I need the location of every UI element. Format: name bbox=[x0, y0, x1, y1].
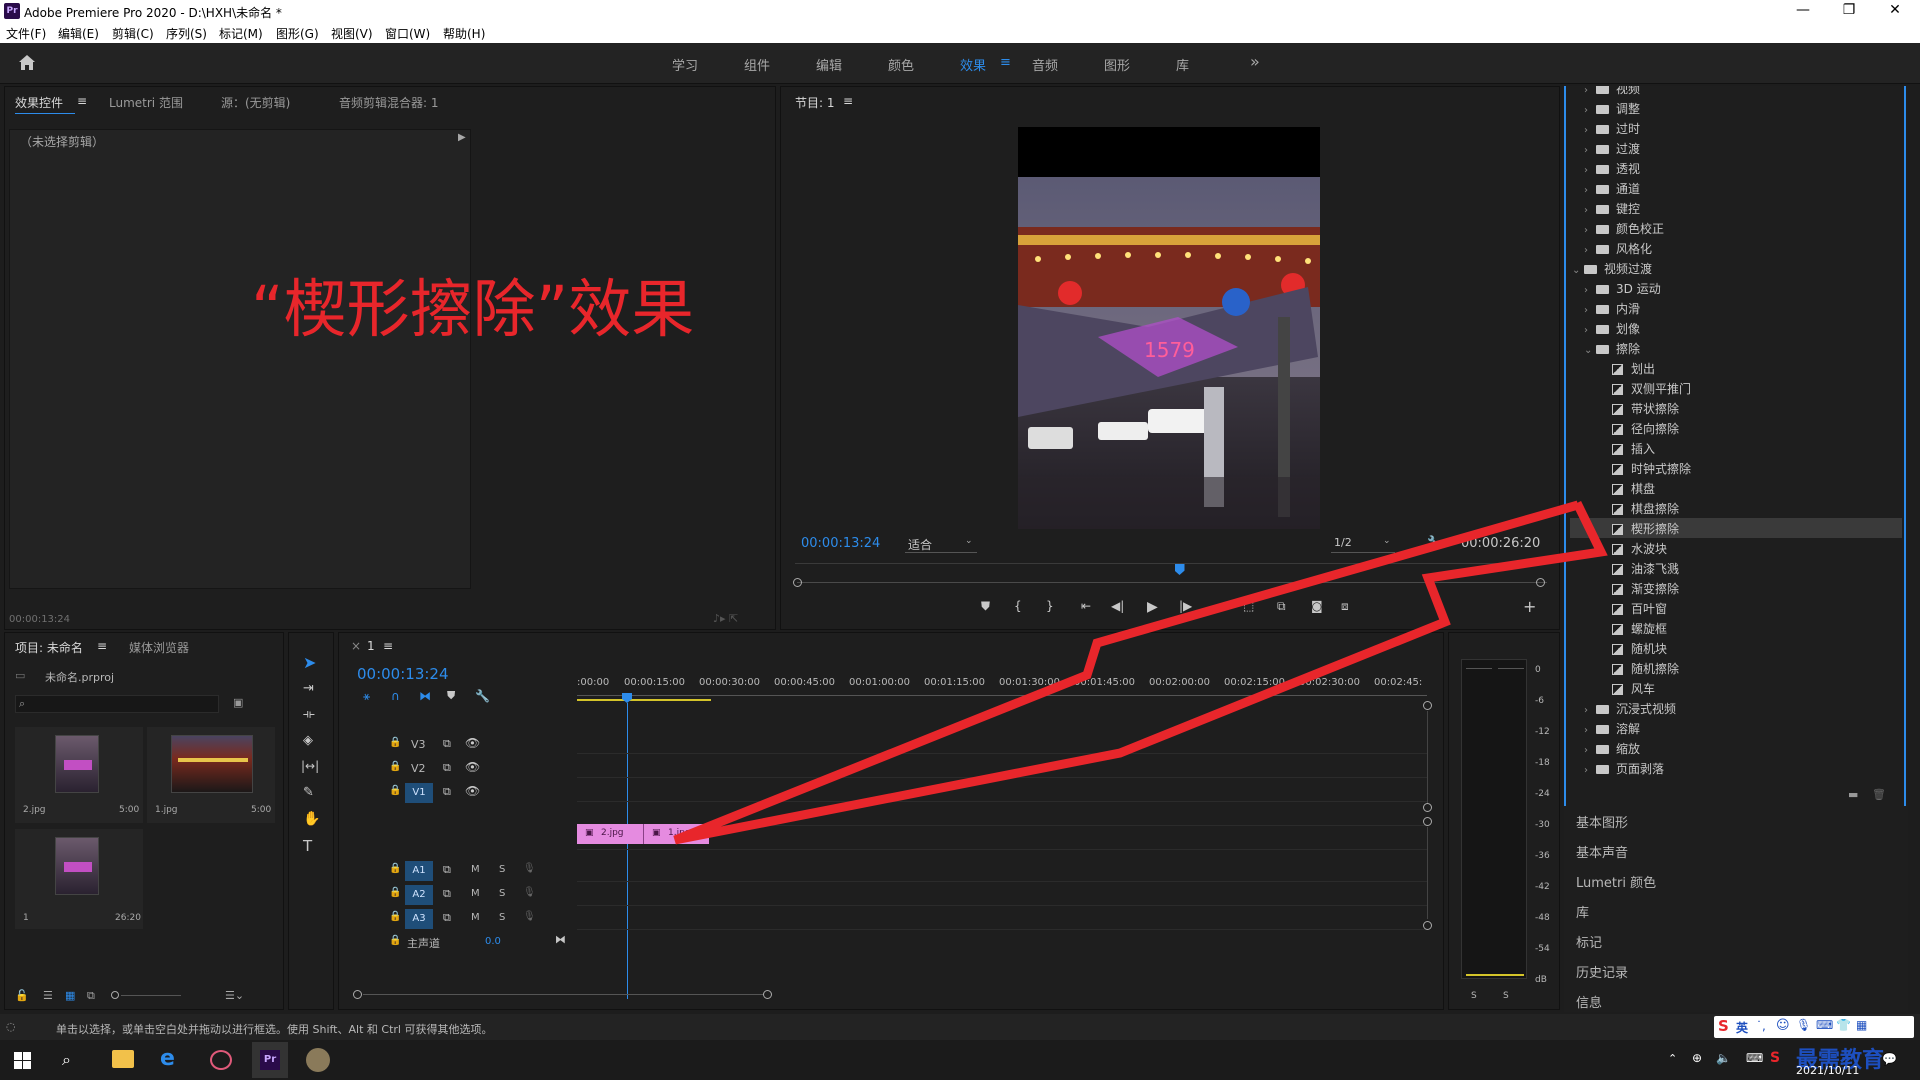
ime-toolbar: S 英 ˙, ☺ 🎙 ⌨ 👕 ▦ bbox=[1714, 1016, 1914, 1038]
annotation-arrow bbox=[673, 500, 1608, 845]
sogou-logo-icon[interactable]: S bbox=[1718, 1017, 1729, 1035]
network-icon[interactable]: ⊕ bbox=[1692, 1051, 1702, 1065]
notification-icon[interactable]: 💬 bbox=[1882, 1052, 1897, 1066]
status-icon: ◌ bbox=[6, 1020, 16, 1033]
snipping-tool-icon[interactable] bbox=[210, 1050, 232, 1070]
ime-voice-icon[interactable]: 🎙 bbox=[1796, 1018, 1811, 1032]
search-icon[interactable]: ⌕ bbox=[62, 1050, 71, 1070]
volume-icon[interactable]: 🔈 bbox=[1716, 1051, 1731, 1065]
windows-start-icon[interactable] bbox=[14, 1052, 31, 1069]
premiere-taskbar-icon: Pr bbox=[260, 1050, 280, 1070]
sogou-icon[interactable]: S bbox=[1770, 1050, 1780, 1066]
user-app-icon[interactable] bbox=[306, 1048, 330, 1072]
status-bar: ◌ 单击以选择，或单击空白处并拖动以进行框选。使用 Shift、Alt 和 Ct… bbox=[0, 1014, 1920, 1040]
ime-toolbox-icon[interactable]: ▦ bbox=[1856, 1018, 1867, 1032]
ime-emoji-icon[interactable]: ☺ bbox=[1776, 1018, 1790, 1033]
file-explorer-icon[interactable] bbox=[112, 1050, 134, 1068]
tray-chevron-up-icon[interactable]: ⌃ bbox=[1668, 1052, 1677, 1065]
taskbar: ⌕ e Pr ⌃ ⊕ 🔈 ⌨ S 最需教育 2021/10/11 💬 bbox=[0, 1040, 1920, 1080]
edge-browser-icon[interactable]: e bbox=[160, 1046, 175, 1071]
ime-icon[interactable]: ⌨ bbox=[1746, 1051, 1763, 1065]
ime-language[interactable]: 英 bbox=[1736, 1019, 1748, 1036]
ime-punctuation-icon[interactable]: ˙, bbox=[1756, 1019, 1766, 1033]
ime-skin-icon[interactable]: 👕 bbox=[1836, 1018, 1851, 1032]
tray-date: 2021/10/11 bbox=[1796, 1064, 1860, 1077]
taskbar-active-app[interactable]: Pr bbox=[252, 1042, 288, 1078]
ime-keyboard-icon[interactable]: ⌨ bbox=[1816, 1018, 1833, 1032]
status-text: 单击以选择，或单击空白处并拖动以进行框选。使用 Shift、Alt 和 Ctrl… bbox=[56, 1023, 493, 1036]
